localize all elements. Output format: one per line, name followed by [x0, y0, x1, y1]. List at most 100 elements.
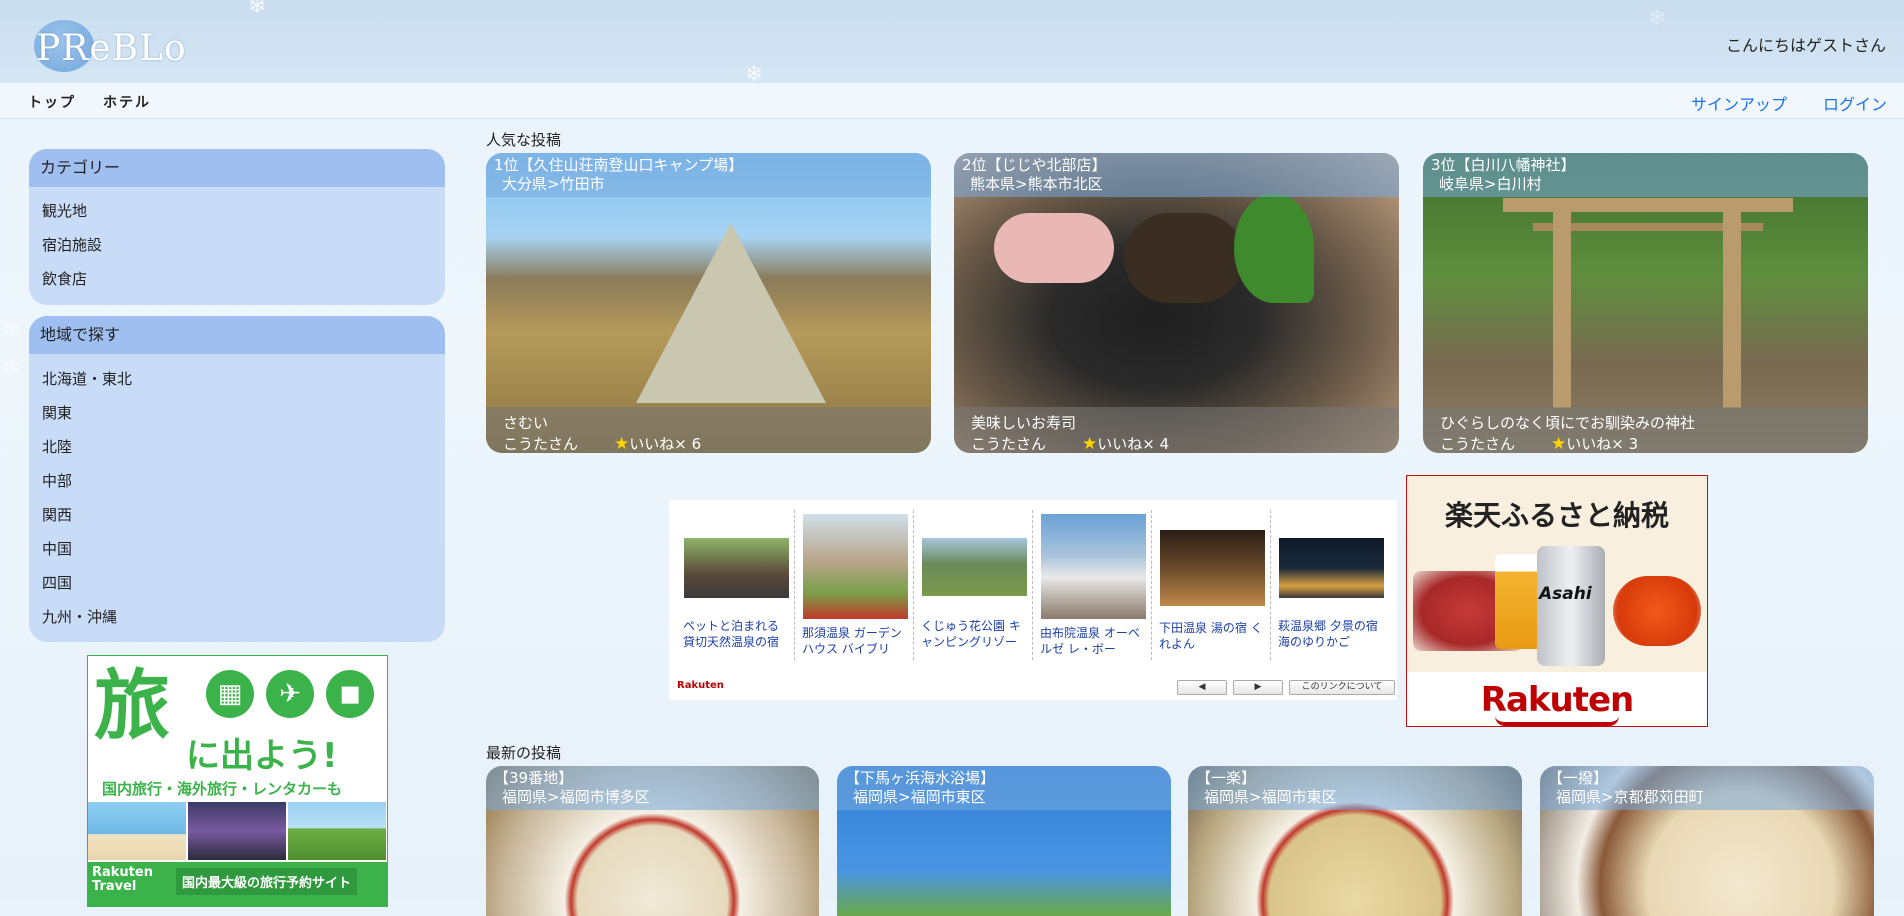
popular-posts-title: 人気な投稿	[486, 131, 562, 149]
post-card-header: 【39番地】 福岡県>福岡市博多区	[486, 766, 819, 810]
site-logo[interactable]: PReBLo	[36, 28, 187, 69]
region-panel: 地域で探す 北海道・東北 関東 北陸 中部 関西 中国 四国 九州・沖縄	[29, 316, 445, 642]
region-panel-title: 地域で探す	[29, 316, 445, 354]
post-area: 熊本県>熊本市北区	[970, 175, 1103, 193]
nav-hotel-link[interactable]: ホテル	[103, 92, 151, 112]
region-item-hokuriku[interactable]: 北陸	[29, 430, 445, 464]
region-item-hokkaido-tohoku[interactable]: 北海道・東北	[29, 362, 445, 396]
travel-ad-tag: 国内最大級の旅行予約サイト	[176, 868, 358, 895]
airplane-icon: ✈	[266, 670, 314, 718]
post-caption: ひぐらしのなく頃にでお馴染みの神社	[1440, 414, 1696, 432]
beer-brand-text: Asahi	[1539, 584, 1592, 604]
category-item-lodging[interactable]: 宿泊施設	[29, 228, 445, 262]
popular-post-card-3[interactable]: 3位【白川八幡神社】 岐阜県>白川村 ひぐらしのなく頃にでお馴染みの神社 こうた…	[1423, 153, 1868, 453]
widget-item-title[interactable]: 萩温泉郷 夕景の宿 海のゆりかご	[1274, 618, 1389, 650]
region-item-shikoku[interactable]: 四国	[29, 566, 445, 600]
building-icon: ▦	[206, 670, 254, 718]
beer-can-image: Asahi	[1537, 546, 1605, 666]
travel-ad-tagline: 国内旅行・海外旅行・レンタカーも	[102, 780, 343, 798]
post-rank-title: 3位【白川八幡神社】	[1431, 156, 1576, 174]
furusato-ad-footer: Rakuten	[1407, 672, 1707, 726]
rakuten-travel-ad[interactable]: 旅 ▦ ✈ ◼ に出よう! 国内旅行・海外旅行・レンタカーも Rakuten T…	[87, 655, 388, 907]
post-rank-title: 2位【じじや北部店】	[962, 156, 1107, 174]
tent-shape	[636, 223, 826, 403]
widget-prev-button[interactable]: ◀	[1177, 680, 1227, 695]
widget-item-title[interactable]: 那須温泉 ガーデンハウス バイブリ	[798, 625, 913, 657]
widget-item-title[interactable]: 下田温泉 湯の宿 くれよん	[1155, 620, 1270, 652]
widget-item-title[interactable]: くじゅう花公園 キャンピングリゾート	[917, 618, 1032, 650]
post-area: 福岡県>福岡市東区	[853, 788, 986, 806]
post-likes-count: いいね× 6	[629, 435, 702, 453]
widget-item[interactable]: くじゅう花公園 キャンピングリゾート	[917, 514, 1032, 650]
widget-item[interactable]: 萩温泉郷 夕景の宿 海のゆりかご	[1274, 514, 1389, 650]
post-area: 岐阜県>白川村	[1439, 175, 1542, 193]
widget-item[interactable]: 那須温泉 ガーデンハウス バイブリ	[798, 514, 913, 657]
widget-item[interactable]: 由布院温泉 オーベルゼ レ・ボー	[1036, 514, 1151, 657]
meadow-photo	[288, 802, 386, 860]
snowflake-icon: ❄	[2, 356, 21, 381]
post-card-header: 【一撥】 福岡県>京都郡苅田町	[1540, 766, 1874, 810]
post-area: 福岡県>京都郡苅田町	[1556, 788, 1704, 806]
sushi-shellfish	[1124, 213, 1244, 303]
star-icon: ★	[1551, 434, 1567, 453]
widget-item[interactable]: ペットと泊まれる貸切天然温泉の宿	[679, 514, 794, 650]
travel-ad-footer: Rakuten Travel 国内最大級の旅行予約サイト	[88, 862, 387, 906]
post-caption: さむい	[503, 414, 549, 432]
region-item-kanto[interactable]: 関東	[29, 396, 445, 430]
salmon-roe-image	[1613, 576, 1701, 646]
widget-item-image	[1160, 530, 1265, 606]
category-panel-title: カテゴリー	[29, 149, 445, 187]
post-user: こうたさん	[1440, 435, 1516, 453]
region-item-kyushu-okinawa[interactable]: 九州・沖縄	[29, 600, 445, 634]
signup-link[interactable]: サインアップ	[1691, 91, 1787, 115]
rakuten-travel-logo: Rakuten Travel	[92, 865, 153, 894]
post-area: 福岡県>福岡市博多区	[502, 788, 650, 806]
torii-top-beam	[1503, 198, 1793, 212]
post-card-header: 【下馬ヶ浜海水浴場】 福岡県>福岡市東区	[837, 766, 1171, 810]
post-caption: 美味しいお寿司	[971, 414, 1077, 432]
rakuten-logo-arc	[1495, 716, 1619, 726]
travel-ad-subheadline: に出よう!	[186, 736, 338, 776]
popular-post-card-2[interactable]: 2位【じじや北部店】 熊本県>熊本市北区 美味しいお寿司 こうたさん ★いいね×…	[954, 153, 1399, 453]
latest-post-card-2[interactable]: 【下馬ヶ浜海水浴場】 福岡県>福岡市東区	[837, 766, 1171, 916]
city-night-photo	[188, 802, 286, 860]
widget-item-image	[1041, 514, 1146, 619]
travel-ad-headline: 旅	[94, 661, 170, 750]
furusato-ad-title: 楽天ふるさと納税	[1444, 499, 1669, 532]
widget-divider	[1032, 510, 1033, 660]
site-header: ❄ ❄ ❄ PReBLo こんにちはゲストさん	[0, 0, 1904, 87]
greeting-text: こんにちはゲストさん	[1725, 36, 1886, 55]
post-likes-count: いいね× 4	[1097, 435, 1170, 453]
post-name: 【一楽】	[1196, 769, 1257, 787]
widget-item-title[interactable]: 由布院温泉 オーベルゼ レ・ボー	[1036, 625, 1151, 657]
region-item-chugoku[interactable]: 中国	[29, 532, 445, 566]
category-item-sightseeing[interactable]: 観光地	[29, 194, 445, 228]
region-item-kansai[interactable]: 関西	[29, 498, 445, 532]
widget-item-title[interactable]: ペットと泊まれる貸切天然温泉の宿	[679, 618, 794, 650]
post-card-footer: ひぐらしのなく頃にでお馴染みの神社 こうたさん ★いいね× 3	[1423, 407, 1868, 453]
rakuten-furusato-ad[interactable]: 楽天ふるさと納税 Asahi Rakuten	[1406, 475, 1708, 727]
post-name: 【一撥】	[1548, 769, 1609, 787]
popular-post-card-1[interactable]: 1位【久住山荘南登山口キャンプ場】 大分県>竹田市 さむい こうたさん ★いいね…	[486, 153, 931, 453]
post-area: 大分県>竹田市	[502, 175, 605, 193]
post-likes: ★いいね× 4	[1082, 433, 1169, 453]
login-link[interactable]: ログイン	[1823, 91, 1887, 115]
latest-post-card-4[interactable]: 【一撥】 福岡県>京都郡苅田町	[1540, 766, 1874, 916]
post-card-header: 3位【白川八幡神社】 岐阜県>白川村	[1423, 153, 1868, 197]
nav-top-link[interactable]: トップ	[28, 92, 76, 112]
post-card-header: 1位【久住山荘南登山口キャンプ場】 大分県>竹田市	[486, 153, 931, 197]
widget-next-button[interactable]: ▶	[1233, 680, 1283, 695]
sushi-fish	[994, 213, 1114, 283]
region-item-chubu[interactable]: 中部	[29, 464, 445, 498]
widget-divider	[794, 510, 795, 660]
latest-post-card-3[interactable]: 【一楽】 福岡県>福岡市東区	[1188, 766, 1522, 916]
widget-divider	[1270, 510, 1271, 660]
car-icon: ◼	[326, 670, 374, 718]
latest-post-card-1[interactable]: 【39番地】 福岡県>福岡市博多区	[486, 766, 819, 916]
torii-pillar-right	[1723, 208, 1741, 408]
widget-item[interactable]: 下田温泉 湯の宿 くれよん	[1155, 514, 1270, 652]
widget-about-link[interactable]: このリンクについて	[1289, 680, 1395, 695]
widget-item-image	[922, 538, 1027, 596]
category-item-restaurant[interactable]: 飲食店	[29, 262, 445, 296]
post-name: 【39番地】	[494, 769, 574, 787]
